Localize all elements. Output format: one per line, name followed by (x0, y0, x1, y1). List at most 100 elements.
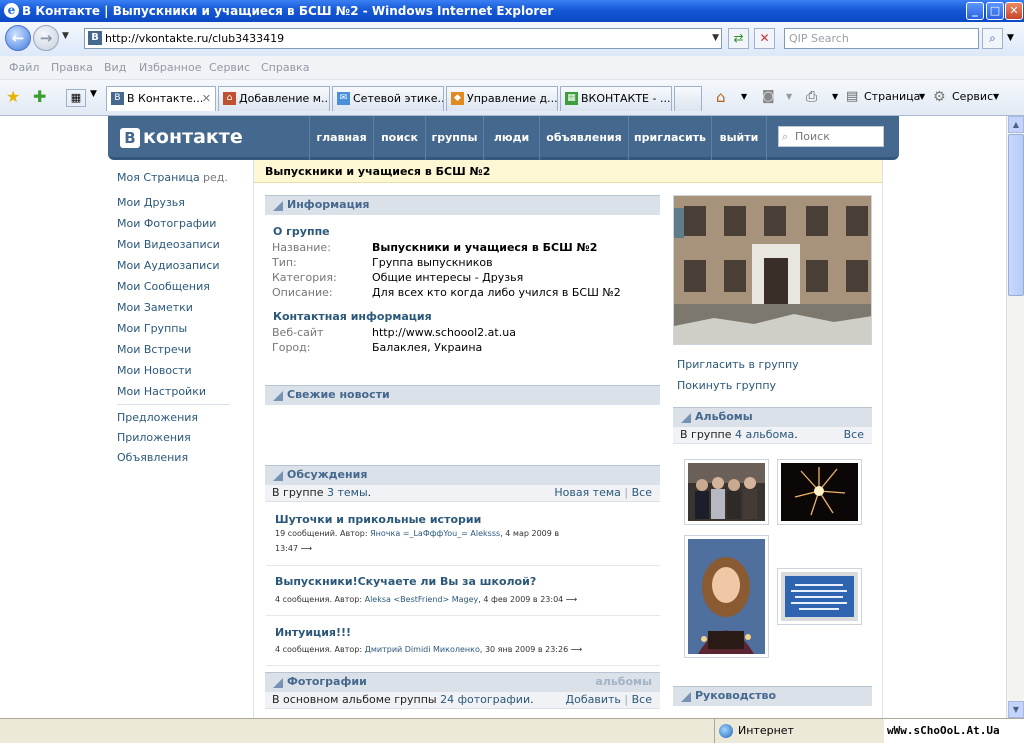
print-dropdown-icon[interactable]: ▼ (832, 88, 838, 106)
left-menu-messages[interactable]: Мои Сообщения (117, 280, 210, 293)
photos-all-link[interactable]: Все (632, 693, 652, 706)
photos-count-link[interactable]: 24 фотографии (440, 693, 530, 706)
service-menu-button[interactable]: Сервис (952, 88, 993, 106)
album-thumb-portrait[interactable] (684, 535, 769, 658)
topic-date[interactable]: 4 фев 2009 в 23:04 ⟶ (483, 595, 577, 604)
left-menu-audio[interactable]: Мои Аудиозаписи (117, 259, 220, 272)
left-menu-my-page[interactable]: Моя Страница (117, 171, 200, 184)
topic-title[interactable]: Интуиция!!! (275, 626, 351, 639)
album-thumb-friends[interactable] (684, 459, 769, 525)
scrollbar-thumb[interactable] (1008, 134, 1024, 296)
nav-main[interactable]: главная (309, 116, 373, 160)
left-menu-events[interactable]: Мои Встречи (117, 343, 191, 356)
topic-author[interactable]: Яночка =_LaФффYou_= Aleksss (370, 529, 500, 538)
news-header[interactable]: Свежие новости (265, 385, 660, 405)
tab-manage[interactable]: ◆ Управление д... (446, 86, 558, 111)
add-photo-link[interactable]: Добавить (566, 693, 621, 706)
photos-header[interactable]: Фотографии альбомы (265, 672, 660, 692)
back-button[interactable]: ← (5, 25, 31, 51)
stop-icon[interactable]: ✕ (754, 28, 775, 49)
tab-close-icon[interactable]: ✕ (202, 87, 211, 111)
menu-tools[interactable]: Сервис (209, 61, 250, 74)
discussions-all-link[interactable]: Все (632, 486, 652, 499)
refresh-icon[interactable]: ⇄ (728, 28, 749, 49)
search-icon[interactable]: ⌕ (982, 28, 1003, 49)
topic-author[interactable]: Дмитрий Dimidi Миколенко (365, 645, 480, 654)
vk-logo[interactable]: Bконтакте (120, 126, 243, 148)
nav-groups[interactable]: группы (425, 116, 483, 160)
qip-search-input[interactable]: QIP Search (784, 28, 979, 49)
albums-header[interactable]: Альбомы (673, 407, 872, 427)
invite-to-group-link[interactable]: Пригласить в группу (677, 358, 799, 371)
favorites-star-icon[interactable]: ★ (6, 87, 20, 106)
close-button[interactable]: ✕ (1005, 2, 1023, 20)
left-menu-friends[interactable]: Мои Друзья (117, 196, 185, 209)
rss-icon[interactable]: ◙ (762, 88, 775, 106)
left-menu-offers[interactable]: Предложения (117, 411, 198, 424)
topic-author[interactable]: Aleksa <BestFriend> Magey (365, 595, 479, 604)
website-link[interactable]: http://www.schoool2.at.ua (372, 326, 516, 339)
menu-file[interactable]: Файл (9, 61, 39, 74)
search-dropdown-icon[interactable]: ▼ (1007, 33, 1014, 43)
tab-vkontakte-2[interactable]: ▦ ВКОНТАКТЕ - ... (560, 86, 672, 111)
left-menu-photos[interactable]: Мои Фотографии (117, 217, 216, 230)
leaders-header[interactable]: Руководство (673, 686, 872, 706)
new-tab-button[interactable] (674, 86, 702, 111)
albums-all-link[interactable]: Все (844, 427, 864, 443)
history-dropdown-icon[interactable]: ▼ (62, 31, 69, 41)
nav-people[interactable]: люди (483, 116, 539, 160)
photos-albums-link[interactable]: альбомы (595, 673, 652, 691)
minimize-button[interactable]: _ (966, 2, 984, 20)
service-dropdown-icon[interactable]: ▼ (993, 88, 999, 106)
group-photo[interactable] (673, 195, 872, 345)
albums-count-link[interactable]: 4 альбома (735, 428, 794, 441)
home-icon[interactable]: ⌂ (716, 88, 726, 106)
left-menu-news[interactable]: Мои Новости (117, 364, 192, 377)
print-icon[interactable]: ⎙ (806, 88, 817, 106)
nav-ads[interactable]: объявления (539, 116, 628, 160)
left-menu-settings[interactable]: Мои Настройки (117, 385, 206, 398)
scroll-down-icon[interactable]: ▼ (1008, 701, 1024, 718)
topic-date[interactable]: 30 янв 2009 в 23:26 ⟶ (485, 645, 582, 654)
menu-view[interactable]: Вид (104, 61, 126, 74)
address-dropdown-icon[interactable]: ▼ (712, 29, 719, 48)
left-menu-notes[interactable]: Мои Заметки (117, 301, 193, 314)
discussions-header[interactable]: Обсуждения (265, 465, 660, 485)
topic-date-cont[interactable]: 13:47 ⟶ (275, 544, 312, 553)
tab-add-media[interactable]: ⌂ Добавление м... (218, 86, 330, 111)
album-thumb-sign[interactable] (777, 568, 862, 625)
forward-button[interactable]: → (33, 25, 59, 51)
menu-help[interactable]: Справка (261, 61, 309, 74)
left-menu-videos[interactable]: Мои Видеозаписи (117, 238, 220, 251)
maximize-button[interactable]: □ (986, 2, 1004, 20)
vk-search-input[interactable]: ⌕ Поиск (778, 126, 884, 147)
vertical-scrollbar[interactable]: ▲ ▼ (1006, 116, 1024, 718)
tab-netiquette[interactable]: ✉ Сетевой этике... (332, 86, 444, 111)
info-header[interactable]: Информация (265, 195, 660, 215)
topic-title[interactable]: Шуточки и прикольные истории (275, 513, 481, 526)
left-menu-edit[interactable]: ред. (203, 171, 228, 184)
topic-title[interactable]: Выпускники!Скучаете ли Вы за школой? (275, 575, 536, 588)
album-thumb-fireworks[interactable] (777, 459, 862, 525)
leave-group-link[interactable]: Покинуть группу (677, 379, 776, 392)
address-input[interactable]: B http://vkontakte.ru/club3433419 ▼ (84, 28, 722, 49)
menu-favorites[interactable]: Избранное (139, 61, 201, 74)
left-menu-apps[interactable]: Приложения (117, 431, 191, 444)
nav-search[interactable]: поиск (373, 116, 425, 160)
home-dropdown-icon[interactable]: ▼ (741, 88, 747, 106)
menu-edit[interactable]: Правка (51, 61, 93, 74)
scroll-up-icon[interactable]: ▲ (1008, 116, 1024, 133)
rss-dropdown-icon[interactable]: ▼ (786, 88, 792, 106)
page-dropdown-icon[interactable]: ▼ (919, 88, 925, 106)
left-menu-ads[interactable]: Объявления (117, 451, 188, 464)
page-menu-button[interactable]: Страница (864, 88, 920, 106)
discussions-count-link[interactable]: 3 темы (327, 486, 368, 499)
nav-logout[interactable]: выйти (711, 116, 767, 160)
left-menu-groups[interactable]: Мои Группы (117, 322, 187, 335)
nav-invite[interactable]: пригласить (628, 116, 711, 160)
new-topic-link[interactable]: Новая тема (554, 486, 621, 499)
quick-tabs-icon[interactable]: ▦ (66, 89, 86, 107)
tab-list-dropdown-icon[interactable]: ▼ (90, 89, 97, 99)
add-favorite-icon[interactable]: ✚ (33, 87, 46, 106)
tab-vkontakte[interactable]: B В Контакте... ✕ (106, 86, 216, 111)
